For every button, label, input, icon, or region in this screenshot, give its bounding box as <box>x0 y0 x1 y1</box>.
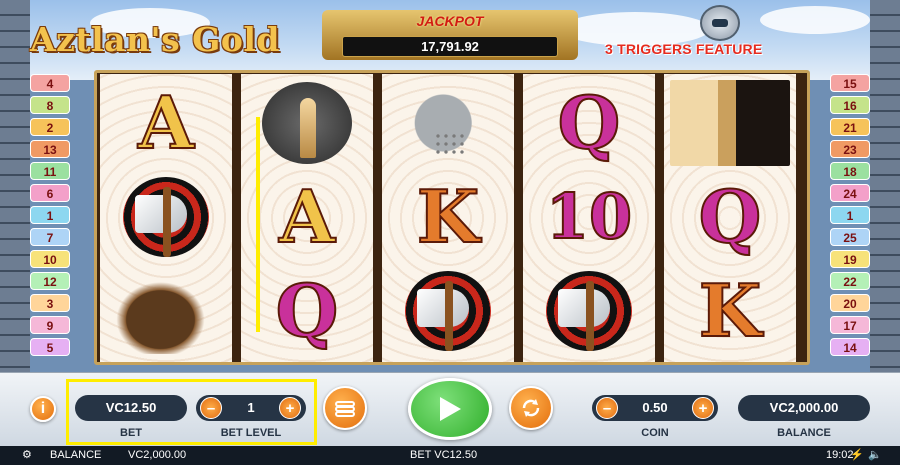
payline-badge: 18 <box>830 162 870 180</box>
reel-symbol: Q <box>670 174 790 260</box>
payline-badge: 1 <box>830 206 870 224</box>
payline-badge: 21 <box>830 118 870 136</box>
payline-column-left: 4 8 2 13 11 6 1 7 10 12 3 9 5 <box>30 74 70 360</box>
reel-symbol: Q <box>247 268 367 354</box>
payline-badge: 25 <box>830 228 870 246</box>
coin-label: COIN <box>641 427 669 439</box>
aztec-mask-icon <box>700 5 740 41</box>
reel-symbol-text: Q <box>698 174 763 259</box>
coin-value: 0.50 <box>642 400 668 415</box>
payline-badge: 11 <box>30 162 70 180</box>
reel-1: A <box>100 74 232 362</box>
payline-badge: 15 <box>830 74 870 92</box>
autoplay-stack-button[interactable] <box>323 386 367 430</box>
reel-5: QK <box>664 74 796 362</box>
axe-icon <box>106 174 226 260</box>
eagle-symbol-art <box>111 268 221 354</box>
reel-symbol-text: Q <box>557 80 622 165</box>
payline-badge: 2 <box>30 118 70 136</box>
payline-badge: 20 <box>830 294 870 312</box>
payline-badge: 22 <box>830 272 870 290</box>
payline-badge: 23 <box>830 140 870 158</box>
annotation-arrow-shaft <box>256 117 260 332</box>
annotation-highlight-box <box>66 379 317 445</box>
payline-badge: 5 <box>30 338 70 356</box>
coin-minus-button[interactable]: – <box>596 397 618 419</box>
warrior-icon <box>388 80 508 166</box>
axe-symbol-art <box>546 271 632 351</box>
payline-badge: 16 <box>830 96 870 114</box>
mask-symbol-art <box>262 82 352 164</box>
reel-2: AQ <box>241 74 373 362</box>
princess-icon <box>670 80 790 166</box>
mask-icon <box>247 80 367 166</box>
reel-symbol: 10 <box>529 174 649 260</box>
payline-badge: 13 <box>30 140 70 158</box>
payline-badge: 8 <box>30 96 70 114</box>
reel-3: K <box>382 74 514 362</box>
spin-button[interactable] <box>408 378 492 440</box>
reel-symbol-text: K <box>416 174 481 259</box>
reel-symbol: A <box>106 80 226 166</box>
jackpot-label: JACKPOT <box>416 13 484 29</box>
reel-symbol: K <box>388 174 508 260</box>
payline-badge: 6 <box>30 184 70 202</box>
stone-wall-right <box>870 0 900 372</box>
payline-badge: 12 <box>30 272 70 290</box>
feature-banner: 3 TRIGGERS FEATURE <box>605 41 763 57</box>
balance-display: VC2,000.00 <box>738 395 870 421</box>
reel-symbol: Q <box>529 80 649 166</box>
stone-wall-left <box>0 0 30 372</box>
payline-badge: 19 <box>830 250 870 268</box>
warrior-symbol-art <box>400 82 496 164</box>
payline-badge: 17 <box>830 316 870 334</box>
play-icon <box>440 397 461 421</box>
axe-icon <box>388 268 508 354</box>
payline-badge: 1 <box>30 206 70 224</box>
reel-symbol-text: A <box>278 174 336 259</box>
balance-label: BALANCE <box>777 427 831 439</box>
reel-symbol: A <box>247 174 367 260</box>
payline-badge: 3 <box>30 294 70 312</box>
payline-badge: 24 <box>830 184 870 202</box>
turbo-bolt-icon[interactable]: ⚡ <box>850 446 864 465</box>
reel-symbol-text: A <box>137 80 195 165</box>
status-bar: ⚙ BALANCE VC2,000.00 BET VC12.50 19:02 ⚡… <box>0 446 900 465</box>
sound-icon[interactable]: 🔈 <box>868 446 882 465</box>
coin-stack-icon <box>335 401 355 417</box>
payline-badge: 10 <box>30 250 70 268</box>
status-bet: BET VC12.50 <box>410 449 478 461</box>
info-button[interactable]: i <box>30 396 56 422</box>
auto-spin-button[interactable] <box>509 386 553 430</box>
payline-badge: 14 <box>830 338 870 356</box>
reel-symbol: K <box>670 268 790 354</box>
eagle-icon <box>106 268 226 354</box>
status-balance-label: BALANCE <box>50 449 102 461</box>
axe-icon <box>529 268 649 354</box>
axe-symbol-art <box>123 177 209 257</box>
status-balance-value: VC2,000.00 <box>128 449 187 461</box>
princess-symbol-art <box>670 80 790 166</box>
payline-badge: 9 <box>30 316 70 334</box>
payline-badge: 4 <box>30 74 70 92</box>
coin-plus-button[interactable]: + <box>692 397 714 419</box>
payline-column-right: 15 16 21 23 18 24 1 25 19 22 20 17 14 <box>830 74 870 360</box>
axe-symbol-art <box>405 271 491 351</box>
reel-4: Q 10 <box>523 74 655 362</box>
jackpot-value: 17,791.92 <box>342 36 558 57</box>
settings-gear-icon[interactable]: ⚙ <box>22 446 32 465</box>
game-logo: Aztlan's Gold <box>30 20 280 59</box>
reel-symbol-text: 10 <box>545 180 633 253</box>
payline-badge: 7 <box>30 228 70 246</box>
reel-symbol-text: K <box>698 268 763 353</box>
refresh-icon <box>522 399 540 417</box>
